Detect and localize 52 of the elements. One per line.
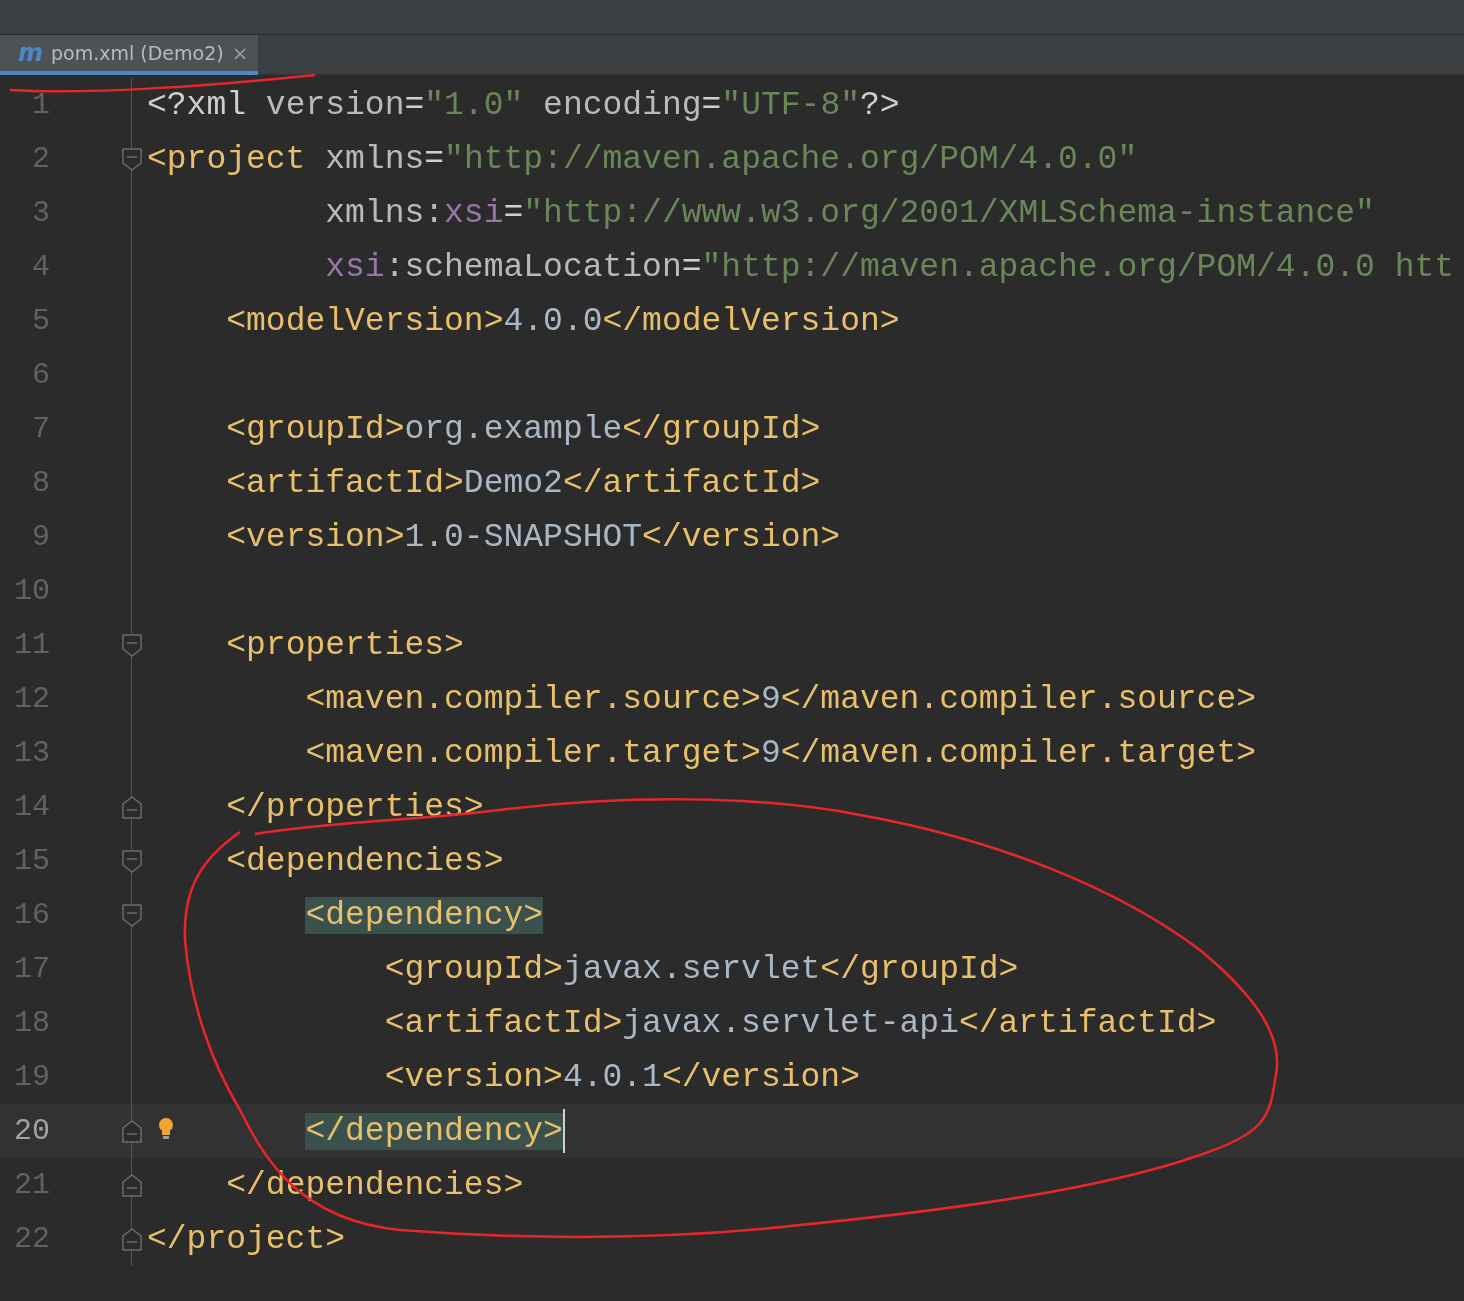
line-number: 1 [31, 88, 50, 122]
line-number: 18 [13, 1006, 50, 1040]
fold-marker-icon[interactable] [121, 1119, 143, 1144]
fold-marker-icon[interactable] [121, 1173, 143, 1198]
code-line: <artifactId>Demo2</artifactId> [225, 464, 821, 502]
code-line: <dependencies> [225, 842, 504, 880]
line-number: 12 [13, 682, 50, 716]
line-number: 4 [31, 250, 50, 284]
code-line: <modelVersion>4.0.0</modelVersion> [225, 302, 900, 340]
line-number: 21 [13, 1168, 50, 1202]
code-line: <project xmlns="http://maven.apache.org/POM/4.0.0" [147, 140, 1138, 178]
line-number: 9 [31, 520, 50, 554]
line-number: 13 [13, 736, 50, 770]
line-number: 3 [31, 196, 50, 230]
line-number: 15 [13, 844, 50, 878]
line-number: 5 [31, 304, 50, 338]
line-number: 19 [13, 1060, 50, 1094]
editor-tab[interactable]: m pom.xml (Demo2) × [0, 35, 259, 75]
maven-icon: m [18, 41, 43, 65]
line-number: 6 [31, 358, 50, 392]
fold-marker-icon[interactable] [121, 849, 143, 874]
line-number: 16 [13, 898, 50, 932]
line-number: 2 [31, 142, 50, 176]
fold-marker-icon[interactable] [121, 795, 143, 820]
code-line: <artifactId>javax.servlet-api</artifactId> [383, 1004, 1217, 1042]
line-number: 11 [13, 628, 50, 662]
code-line: <properties> [225, 626, 464, 664]
code-line: </project> [147, 1220, 346, 1258]
code-line: <?xml version="1.0" encoding="UTF-8"?> [147, 86, 900, 124]
tab-label: pom.xml (Demo2) [51, 42, 224, 64]
line-number: 7 [31, 412, 50, 446]
code-line: xmlns:xsi="http://www.w3.org/2001/XMLSchema-instance" [324, 194, 1375, 232]
code-line: <version>4.0.1</version> [383, 1058, 860, 1096]
fold-marker-icon[interactable] [121, 633, 143, 658]
line-number: 8 [31, 466, 50, 500]
code-line: <maven.compiler.source>9</maven.compiler.source> [304, 680, 1256, 718]
code-line: xsi:schemaLocation="http://maven.apache.org/POM/4.0.0 htt [324, 248, 1455, 286]
code-line: <groupId>javax.servlet</groupId> [383, 950, 1019, 988]
fold-marker-icon[interactable] [121, 1227, 143, 1252]
close-icon[interactable]: × [231, 41, 249, 65]
code-line: <groupId>org.example</groupId> [225, 410, 821, 448]
code-line: <version>1.0-SNAPSHOT</version> [225, 518, 841, 556]
line-number: 17 [13, 952, 50, 986]
line-number: 10 [13, 574, 50, 608]
fold-marker-icon[interactable] [121, 147, 143, 172]
fold-marker-icon[interactable] [121, 903, 143, 928]
line-number: 14 [13, 790, 50, 824]
code-line: </properties> [225, 788, 484, 826]
line-number: 22 [13, 1222, 50, 1256]
code-line: <maven.compiler.target>9</maven.compiler.target> [304, 734, 1256, 772]
line-number: 20 [13, 1114, 50, 1148]
lightbulb-icon[interactable] [157, 1116, 175, 1142]
